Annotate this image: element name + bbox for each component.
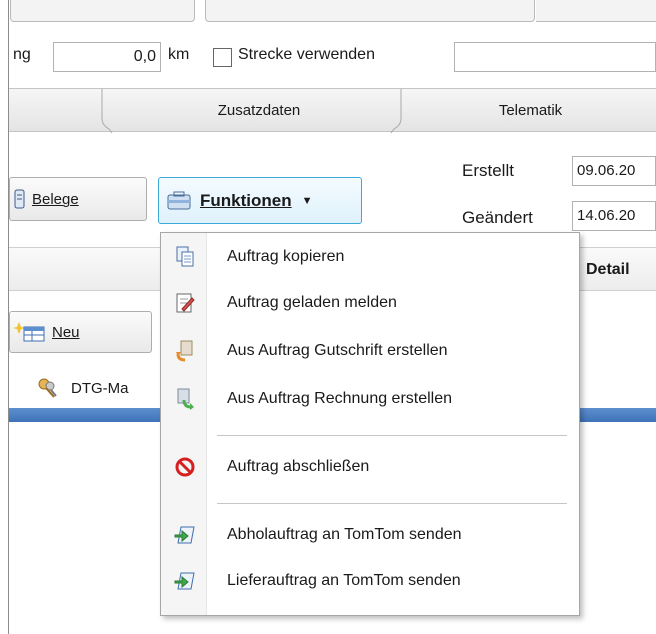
created-label: Erstellt bbox=[462, 161, 514, 180]
belege-button[interactable]: Belege bbox=[9, 177, 147, 221]
send-icon bbox=[173, 569, 197, 593]
tab-separator-icon bbox=[101, 89, 113, 133]
menu-item-label: Aus Auftrag Rechnung erstellen bbox=[227, 390, 453, 407]
chevron-down-icon: ▼ bbox=[301, 194, 313, 207]
menu-item-label: Lieferauftrag an TomTom senden bbox=[227, 572, 461, 589]
funktionen-label: Funktionen bbox=[200, 190, 292, 210]
route-input[interactable] bbox=[454, 42, 656, 72]
menu-item-label: Aus Auftrag Gutschrift erstellen bbox=[227, 342, 448, 359]
keys-icon bbox=[38, 378, 57, 398]
tab-strip: Zusatzdaten Telematik bbox=[9, 88, 656, 133]
menu-item-gutschrift-erstellen[interactable]: Aus Auftrag Gutschrift erstellen bbox=[161, 331, 579, 371]
created-date-field[interactable]: 09.06.20 bbox=[572, 156, 656, 186]
document-icon bbox=[14, 189, 25, 209]
tree-item-label: DTG-Ma bbox=[71, 379, 129, 397]
tab-zusatzdaten[interactable]: Zusatzdaten bbox=[119, 89, 399, 133]
toolbox-icon bbox=[167, 191, 191, 209]
menu-item-label: Auftrag geladen melden bbox=[227, 294, 397, 311]
tree-item[interactable]: DTG-Ma bbox=[9, 370, 169, 406]
distance-input[interactable]: 0,0 bbox=[53, 42, 161, 72]
neu-label: Neu bbox=[52, 323, 80, 341]
use-route-checkbox[interactable] bbox=[213, 48, 232, 67]
detail-column-header[interactable]: Detail bbox=[575, 247, 656, 291]
menu-item-auftrag-kopieren[interactable]: Auftrag kopieren bbox=[161, 237, 579, 277]
use-route-label: Strecke verwenden bbox=[238, 46, 375, 63]
tab-telematik[interactable]: Telematik bbox=[405, 89, 656, 133]
new-table-icon bbox=[14, 322, 45, 342]
copy-icon bbox=[173, 245, 197, 269]
menu-item-lieferauftrag-tomtom[interactable]: Lieferauftrag an TomTom senden bbox=[161, 561, 579, 601]
menu-item-label: Auftrag abschließen bbox=[227, 458, 370, 475]
distance-unit: km bbox=[168, 46, 190, 63]
menu-separator bbox=[217, 503, 567, 504]
menu-item-label: Auftrag kopieren bbox=[227, 248, 345, 265]
menu-separator bbox=[217, 435, 567, 436]
menu-item-label: Abholauftrag an TomTom senden bbox=[227, 526, 462, 543]
belege-label: Belege bbox=[32, 190, 79, 208]
invoice-icon bbox=[173, 387, 197, 411]
detail-header-label: Detail bbox=[586, 261, 630, 278]
changed-date-field[interactable]: 14.06.20 bbox=[572, 201, 656, 231]
menu-item-auftrag-geladen-melden[interactable]: Auftrag geladen melden bbox=[161, 283, 579, 323]
funktionen-dropdown-menu: Auftrag kopieren Auftrag geladen melden … bbox=[160, 232, 580, 616]
tab-separator-icon bbox=[390, 89, 402, 133]
distance-label: ng bbox=[13, 46, 31, 63]
credit-note-icon bbox=[173, 339, 197, 363]
tab-previous[interactable] bbox=[9, 89, 104, 133]
funktionen-button[interactable]: Funktionen ▼ bbox=[158, 177, 362, 224]
stop-icon bbox=[173, 455, 197, 479]
changed-label: Geändert bbox=[462, 208, 533, 227]
menu-item-auftrag-abschliessen[interactable]: Auftrag abschließen bbox=[161, 447, 579, 487]
top-tab-left[interactable] bbox=[10, 0, 195, 22]
menu-item-rechnung-erstellen[interactable]: Aus Auftrag Rechnung erstellen bbox=[161, 379, 579, 419]
send-icon bbox=[173, 523, 197, 547]
menu-item-abholauftrag-tomtom[interactable]: Abholauftrag an TomTom senden bbox=[161, 515, 579, 555]
top-tab-middle[interactable] bbox=[205, 0, 535, 22]
top-strip-right bbox=[536, 0, 656, 22]
report-icon bbox=[173, 291, 197, 315]
neu-button[interactable]: Neu bbox=[9, 311, 152, 353]
